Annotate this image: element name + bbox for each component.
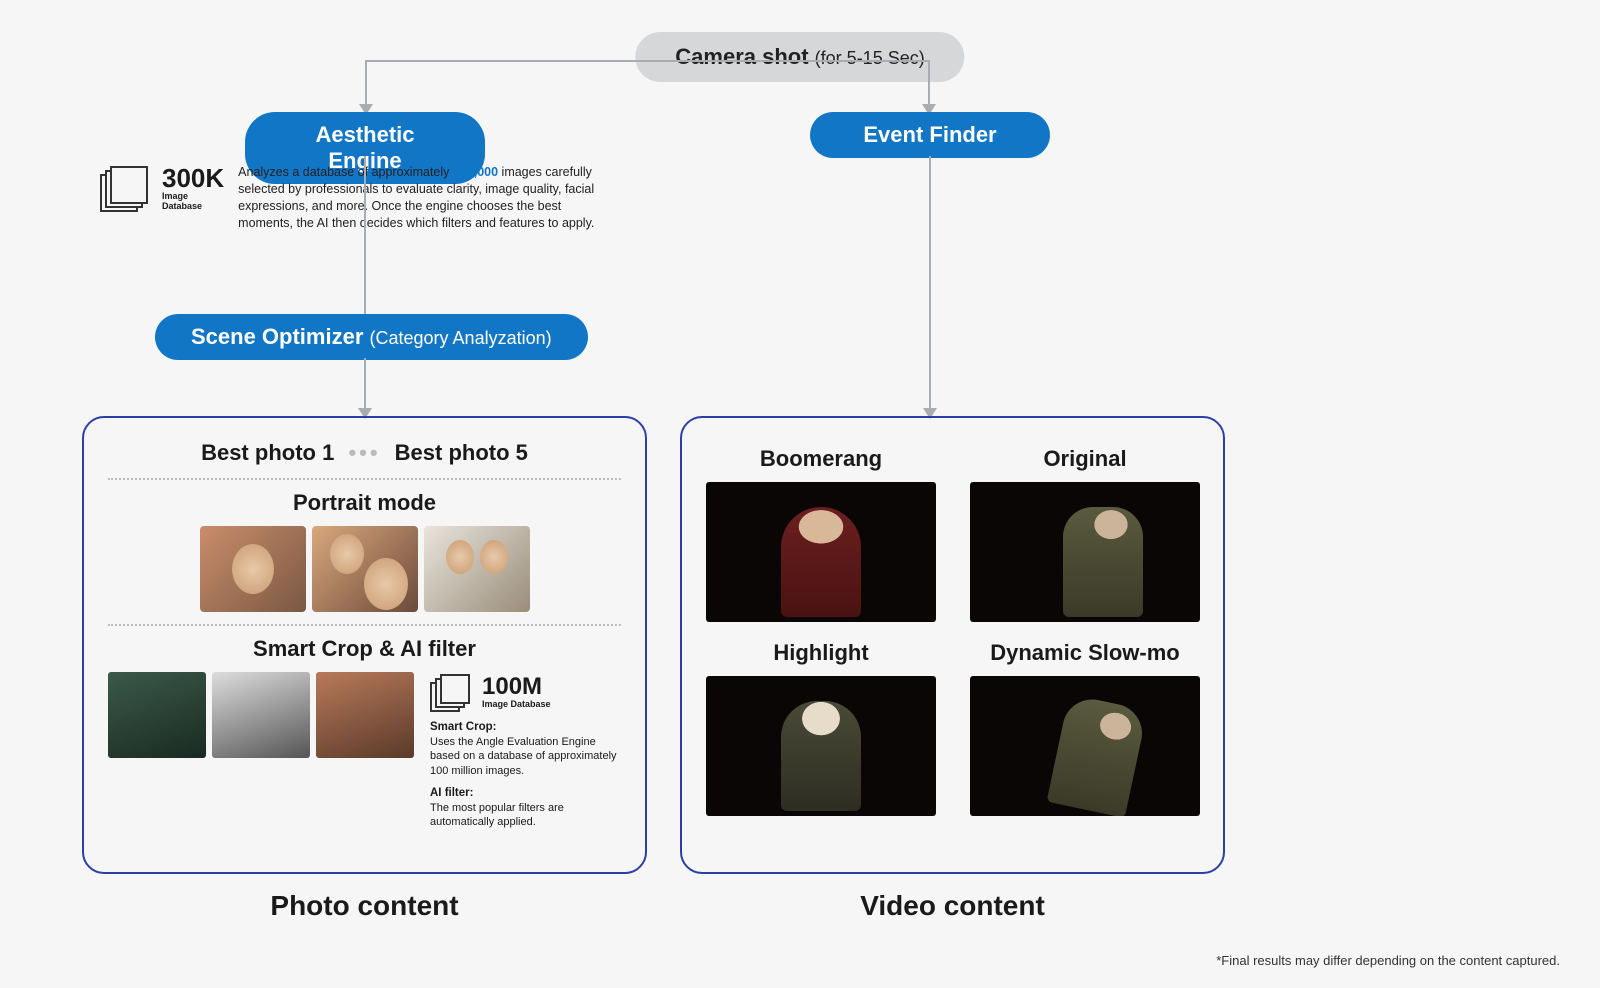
portrait-thumb-2: [312, 526, 418, 612]
db-300k-block: 300K Image Database: [100, 164, 224, 212]
aesthetic-description-row: 300K Image Database Analyzes a database …: [100, 164, 600, 232]
video-content-panel: Boomerang Original Highlight Dynamic Slo…: [680, 416, 1225, 874]
smart-crop-details: 100M Image Database Smart Crop: Uses the…: [420, 672, 621, 829]
scene-optimizer-node: Scene Optimizer (Category Analyzation): [155, 314, 588, 360]
camera-shot-node: Camera shot (for 5-15 Sec): [635, 32, 964, 82]
db-100m-caption: Image Database: [482, 699, 551, 709]
portrait-thumb-1: [200, 526, 306, 612]
ai-filter-text: AI filter: The most popular filters are …: [430, 786, 621, 830]
connector-top: [365, 60, 930, 62]
database-stack-icon: [100, 164, 156, 212]
ellipsis-icon: •••: [348, 440, 380, 465]
camera-shot-title: Camera shot: [675, 44, 808, 69]
event-finder-node: Event Finder: [810, 112, 1050, 158]
highlight-thumb: [706, 676, 936, 816]
aesthetic-description-text: Analyzes a database of approximately 300…: [238, 164, 600, 232]
db-300k-caption: Image Database: [162, 191, 224, 211]
smartcrop-thumb-2: [212, 672, 310, 758]
portrait-mode-title: Portrait mode: [108, 490, 621, 516]
camera-shot-subtitle: (for 5-15 Sec): [815, 48, 925, 68]
photo-content-label: Photo content: [82, 890, 647, 922]
smart-crop-title: Smart Crop & AI filter: [108, 636, 621, 662]
divider: [108, 624, 621, 626]
scene-optimizer-label: Scene Optimizer: [191, 324, 363, 349]
connector-right-down: [928, 60, 930, 110]
video-item-boomerang: Boomerang: [706, 446, 936, 622]
portrait-thumb-3: [424, 526, 530, 612]
connector-scene-to-panel: [364, 358, 366, 414]
smartcrop-thumb-1: [108, 672, 206, 758]
connector-event-to-panel: [929, 156, 931, 414]
boomerang-thumb: [706, 482, 936, 622]
database-stack-icon: [430, 672, 474, 712]
smart-crop-row: 100M Image Database Smart Crop: Uses the…: [108, 672, 621, 829]
video-content-label: Video content: [680, 890, 1225, 922]
portrait-thumbnails: [108, 526, 621, 612]
video-item-dynamic-slowmo: Dynamic Slow-mo: [970, 640, 1200, 816]
original-thumb: [970, 482, 1200, 622]
video-grid: Boomerang Original Highlight Dynamic Slo…: [706, 446, 1199, 816]
scene-optimizer-sub: (Category Analyzation): [370, 328, 552, 348]
best-photo-row: Best photo 1 ••• Best photo 5: [108, 440, 621, 466]
smartcrop-thumb-3: [316, 672, 414, 758]
smart-crop-text: Smart Crop: Uses the Angle Evaluation En…: [430, 720, 621, 778]
best-photo-5: Best photo 5: [395, 440, 528, 465]
db-100m-value: 100M: [482, 675, 551, 699]
divider: [108, 478, 621, 480]
photo-content-panel: Best photo 1 ••• Best photo 5 Portrait m…: [82, 416, 647, 874]
event-finder-label: Event Finder: [863, 122, 996, 147]
connector-left-down: [365, 60, 367, 110]
video-item-highlight: Highlight: [706, 640, 936, 816]
footnote: *Final results may differ depending on t…: [1216, 953, 1560, 968]
video-item-original: Original: [970, 446, 1200, 622]
dynamic-slowmo-thumb: [970, 676, 1200, 816]
db-300k-value: 300K: [162, 165, 224, 191]
best-photo-1: Best photo 1: [201, 440, 334, 465]
connector-aesthetic-to-scene: [364, 156, 366, 314]
